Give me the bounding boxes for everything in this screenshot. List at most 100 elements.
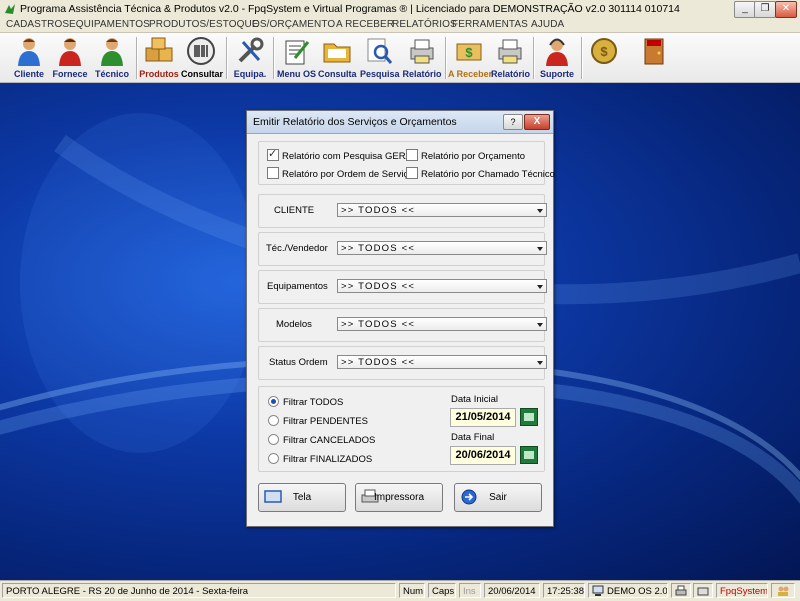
radio — [268, 434, 279, 445]
minimize-button[interactable]: _ — [734, 1, 756, 18]
check-por-orcamento[interactable]: Relatório por Orçamento — [406, 149, 525, 162]
status-printer-icon[interactable] — [671, 583, 691, 598]
tecnico-combo[interactable]: >> TODOS << — [337, 241, 547, 255]
menu-produtos-estoque[interactable]: PRODUTOS/ESTOQUE — [149, 18, 259, 32]
combo-value: >> TODOS << — [341, 281, 416, 292]
check-label: Relatório por Orçamento — [421, 151, 526, 162]
check-label: Relatório por Chamado Técnico — [421, 169, 555, 180]
checkbox — [267, 167, 279, 179]
toolbar-a-receber-button[interactable]: $ A Receber — [448, 35, 493, 80]
status-users-icon[interactable] — [771, 583, 795, 598]
report-dialog: Emitir Relatório dos Serviços e Orçament… — [246, 110, 555, 527]
modelos-combo[interactable]: >> TODOS << — [337, 317, 547, 331]
menu-ferramentas[interactable]: FERRAMENTAS — [452, 18, 528, 32]
calendar-icon[interactable] — [520, 446, 538, 464]
person-icon — [101, 38, 123, 66]
radio-filtrar-cancelados[interactable]: Filtrar CANCELADOS — [268, 434, 375, 446]
cliente-group: CLIENTE >> TODOS << — [258, 194, 547, 228]
window-titlebar: Programa Assistência Técnica & Produtos … — [0, 0, 800, 19]
window-title: Programa Assistência Técnica & Produtos … — [20, 3, 680, 15]
report-type-group: Relatório com Pesquisa GERAL Relatório p… — [258, 141, 555, 185]
checkbox-checked — [267, 147, 279, 161]
toolbar-produtos-label: Produtos — [139, 69, 179, 79]
toolbar-tecnico-label: Técnico — [94, 69, 129, 79]
radio — [268, 453, 279, 464]
tools-icon — [238, 37, 264, 63]
toolbar-fornece-button[interactable]: Fornece — [50, 35, 90, 80]
check-chamado-tecnico[interactable]: Relatório por Chamado Técnico — [406, 167, 555, 180]
menu-equipamentos[interactable]: EQUIPAMENTOS — [69, 18, 150, 32]
keyboard-icon — [697, 587, 709, 596]
toolbar-relatorio-button[interactable]: Relatório — [402, 35, 442, 80]
dropdown-arrow-icon — [537, 361, 543, 365]
status-group: Status Ordem >> TODOS << — [258, 346, 547, 380]
data-inicial-field[interactable]: 21/05/2014 — [450, 408, 516, 427]
toolbar-equipa-button[interactable]: Equipa. — [230, 35, 270, 80]
toolbar-exit-button[interactable] — [637, 35, 671, 80]
toolbar-menu-os-label: Menu OS — [277, 69, 317, 79]
sair-button[interactable]: Sair — [454, 483, 542, 512]
status-keyboard-icon[interactable] — [693, 583, 713, 598]
checkbox — [406, 149, 418, 161]
toolbar-pesquisa-button[interactable]: Pesquisa — [360, 35, 400, 80]
impressora-button[interactable]: Impressora — [355, 483, 443, 512]
dialog-close-button[interactable]: X — [524, 114, 550, 130]
combo-value: >> TODOS << — [341, 319, 416, 330]
radio-filtrar-finalizados[interactable]: Filtrar FINALIZADOS — [268, 453, 372, 465]
toolbar-menu-os-button[interactable]: Menu OS — [277, 35, 317, 80]
menu-cadastros[interactable]: CADASTROS — [6, 18, 69, 32]
app-icon — [5, 4, 15, 14]
menu-os-orcamento[interactable]: OS/ORÇAMENTO — [252, 18, 335, 32]
menu-bar: CADASTROS EQUIPAMENTOS PRODUTOS/ESTOQUE … — [0, 18, 800, 33]
calendar-icon[interactable] — [520, 408, 538, 426]
radio-label: Filtrar TODOS — [283, 397, 344, 408]
equipamentos-combo[interactable]: >> TODOS << — [337, 279, 547, 293]
data-inicial-label: Data Inicial — [451, 394, 498, 405]
equipamentos-label: Equipamentos — [267, 281, 328, 292]
person-icon — [18, 38, 40, 66]
status-time: 17:25:38 — [543, 583, 585, 598]
radio-label: Filtrar CANCELADOS — [283, 435, 376, 446]
person-icon — [59, 38, 81, 66]
money-icon: $ — [456, 43, 482, 61]
toolbar-cliente-button[interactable]: Cliente — [10, 35, 48, 80]
tela-button[interactable]: Tela — [258, 483, 346, 512]
radio-filtrar-todos[interactable]: Filtrar TODOS — [268, 396, 343, 408]
toolbar-suporte-button[interactable]: Suporte — [537, 35, 577, 80]
toolbar-consulta-button[interactable]: Consulta — [318, 35, 357, 80]
dropdown-arrow-icon — [537, 209, 543, 213]
menu-ajuda[interactable]: AJUDA — [531, 18, 564, 32]
status-ins: Ins — [459, 583, 481, 598]
help-button[interactable]: ? — [503, 114, 523, 130]
toolbar-equipa-label: Equipa. — [233, 69, 267, 79]
menu-relatorios[interactable]: RELATÓRIOS — [392, 18, 457, 32]
radio-filtrar-pendentes[interactable]: Filtrar PENDENTES — [268, 415, 368, 427]
svg-text:$: $ — [600, 44, 608, 59]
toolbar-relatorio2-label: Relatório — [491, 69, 531, 79]
sair-button-label: Sair — [489, 492, 507, 503]
status-date: 20/06/2014 — [484, 583, 540, 598]
radio — [268, 415, 279, 426]
close-window-button[interactable]: ✕ — [775, 1, 797, 18]
check-ordem-servico[interactable]: Relatóro por Ordem de Serviço — [267, 167, 413, 180]
toolbar-fornece-label: Fornece — [52, 69, 88, 79]
toolbar-coin-button[interactable]: $ — [587, 35, 621, 80]
toolbar-a-receber-label: A Receber — [448, 69, 493, 79]
modelos-label: Modelos — [276, 319, 312, 330]
toolbar-tecnico-button[interactable]: Técnico — [93, 35, 131, 80]
status-combo[interactable]: >> TODOS << — [337, 355, 547, 369]
radio-label: Filtrar PENDENTES — [283, 416, 368, 427]
status-location: PORTO ALEGRE - RS 20 de Junho de 2014 - … — [2, 583, 396, 598]
status-num: Num — [399, 583, 425, 598]
data-final-field[interactable]: 20/06/2014 — [450, 446, 516, 465]
check-pesquisa-geral[interactable]: Relatório com Pesquisa GERAL — [267, 147, 417, 162]
toolbar-consultar-button[interactable]: Consultar — [181, 35, 223, 80]
cliente-combo[interactable]: >> TODOS << — [337, 203, 547, 217]
toolbar-relatorio2-button[interactable]: Relatório — [491, 35, 531, 80]
restore-button[interactable]: ❐ — [754, 1, 776, 18]
toolbar-produtos-button[interactable]: Produtos — [139, 35, 179, 80]
menu-a-receber[interactable]: A RECEBER — [336, 18, 394, 32]
dialog-title: Emitir Relatório dos Serviços e Orçament… — [253, 116, 457, 128]
modelos-group: Modelos >> TODOS << — [258, 308, 547, 342]
folder-icon — [323, 43, 351, 63]
